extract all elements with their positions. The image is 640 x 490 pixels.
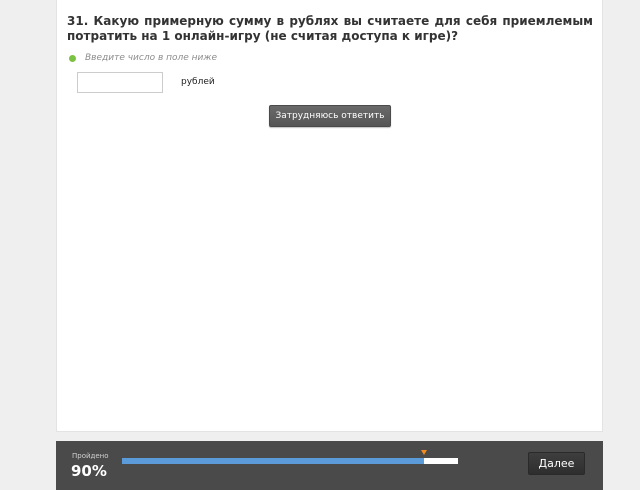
progress-footer: Пройдено 90% Далее xyxy=(56,441,603,490)
progress-percent: 90% xyxy=(71,462,107,480)
next-button[interactable]: Далее xyxy=(528,452,585,475)
progress-caption: Пройдено xyxy=(72,452,109,460)
question-text: 31. Какую примерную сумму в рублях вы сч… xyxy=(67,14,593,43)
input-hint: Введите число в поле ниже xyxy=(69,52,217,64)
progress-bar xyxy=(122,450,458,464)
progress-bar-fill xyxy=(122,458,425,464)
hard-to-answer-button[interactable]: Затрудняюсь ответить xyxy=(269,105,391,127)
question-card: 31. Какую примерную сумму в рублях вы сч… xyxy=(56,0,603,432)
progress-marker-icon xyxy=(421,450,428,455)
hint-dot-icon xyxy=(69,54,76,62)
amount-input[interactable] xyxy=(77,72,163,93)
hint-text: Введите число в поле ниже xyxy=(85,53,218,63)
currency-unit-label: рублей xyxy=(181,77,215,87)
